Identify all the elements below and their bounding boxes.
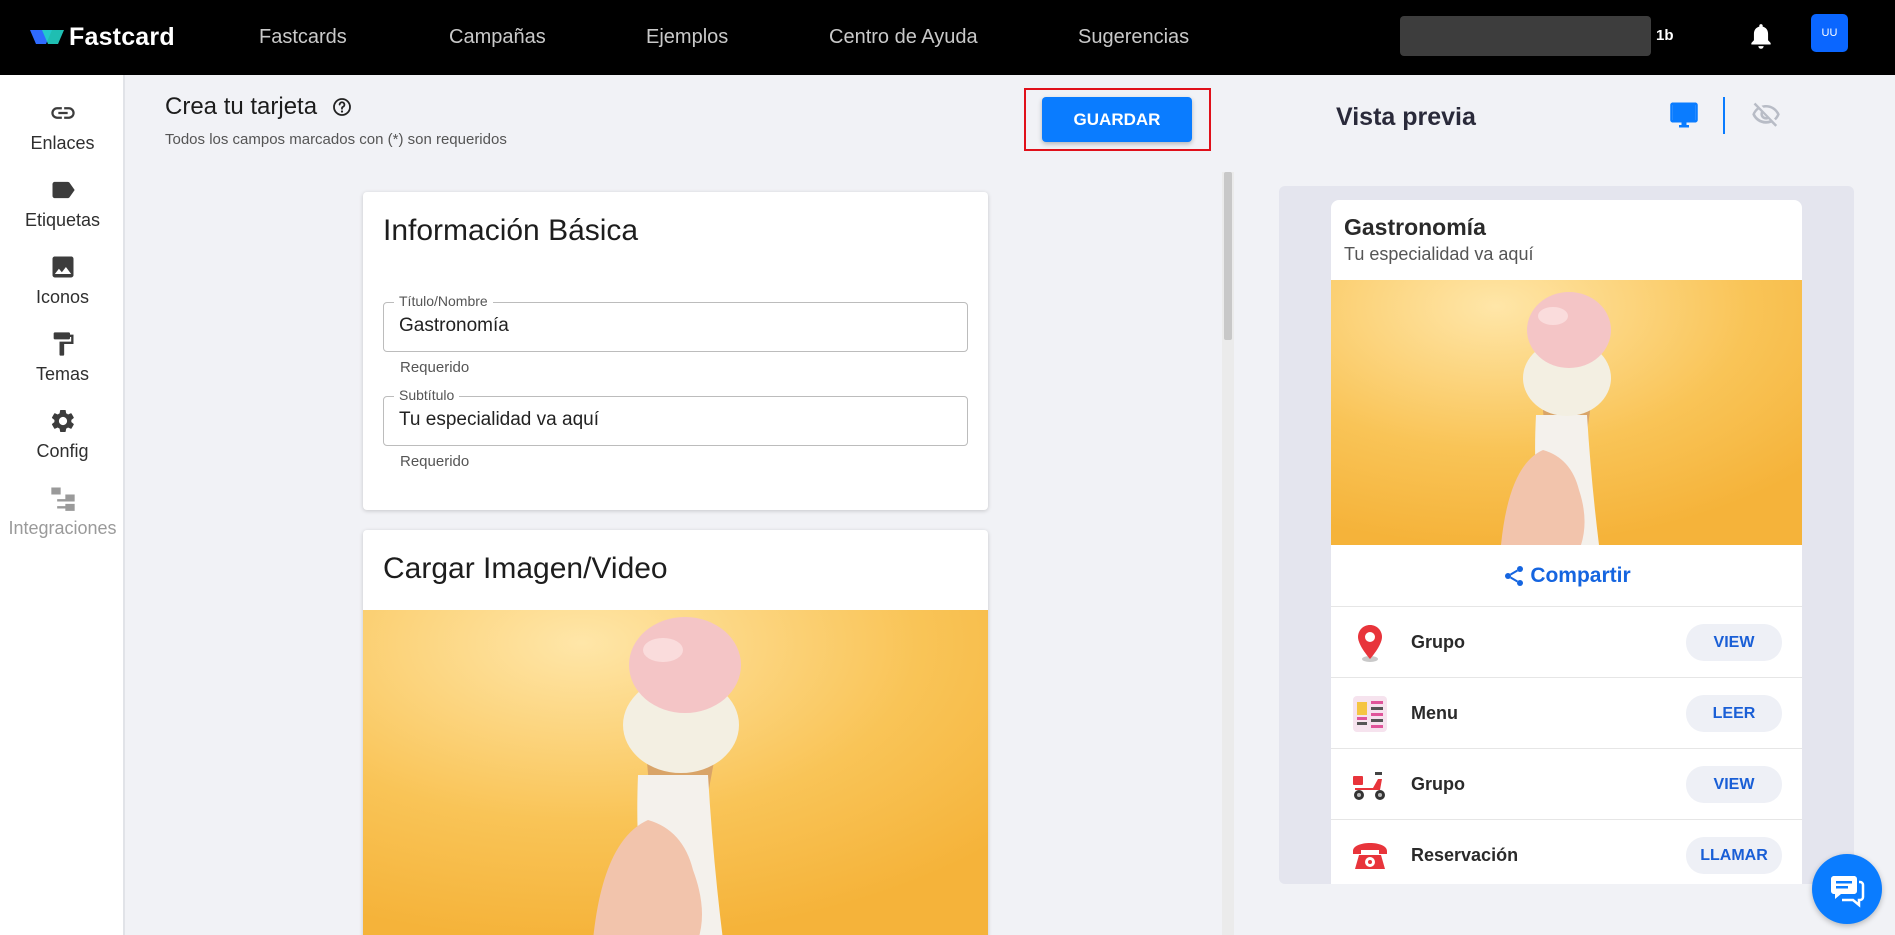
preview-card-subtitle: Tu especialidad va aquí [1344,244,1534,264]
preview-card-image [1331,280,1802,545]
chat-icon [1831,876,1865,908]
ice-cream-photo [1331,280,1802,545]
nav-ejemplos[interactable]: Ejemplos [646,26,728,49]
preview-link-row: Menu LEER [1331,678,1802,749]
nav-campanas[interactable]: Campañas [449,26,546,49]
chat-support-button[interactable] [1812,854,1882,924]
link-label: Reservación [1411,845,1519,865]
preview-toolbar-divider [1723,97,1725,134]
ice-cream-photo [363,610,988,935]
integrations-icon [50,487,75,511]
subtitle-field[interactable]: Subtítulo [383,387,968,446]
sidebar-item-label: Enlaces [30,133,95,153]
sidebar-item-etiquetas[interactable]: Etiquetas [0,176,125,242]
link-label: Menu [1411,703,1458,723]
sidebar-item-label: Etiquetas [24,210,101,230]
user-avatar[interactable]: UU [1811,14,1848,52]
save-button[interactable]: GUARDAR [1042,97,1192,142]
basic-info-card: Información Básica Título/Nombre Requeri… [363,192,988,510]
preview-card: Gastronomía Tu especialidad va aquí Comp… [1331,200,1802,884]
preview-link-row: Grupo VIEW [1331,607,1802,678]
paint-roller-icon [53,332,73,356]
page-title: Crea tu tarjeta [165,93,318,120]
sidebar-item-label: Temas [35,364,89,384]
subtitle-helper-text: Requerido [400,453,470,470]
gear-icon [51,410,74,432]
top-navigation-bar: Fastcard Fastcards Campañas Ejemplos Cen… [0,0,1895,75]
subtitle-input[interactable] [399,409,949,431]
link-action-button[interactable]: LEER [1686,695,1782,732]
nav-sugerencias[interactable]: Sugerencias [1078,26,1189,49]
nav-fastcards[interactable]: Fastcards [259,26,347,49]
help-circle-icon[interactable] [332,97,352,117]
preview-link-row: Reservación LLAMAR [1331,820,1802,884]
sidebar: Enlaces Etiquetas Iconos Temas Config In… [0,75,125,935]
uploaded-image[interactable] [363,610,988,935]
link-action-button[interactable]: LLAMAR [1686,837,1782,874]
eye-off-icon[interactable] [1751,100,1781,130]
title-helper-text: Requerido [400,359,470,376]
upload-card: Cargar Imagen/Video [363,530,988,935]
sidebar-item-config[interactable]: Config [0,407,125,473]
sidebar-item-enlaces[interactable]: Enlaces [0,99,125,165]
link-icon [50,107,75,119]
map-pin-icon [1358,625,1382,662]
account-counter: 1b [1656,27,1674,44]
link-action-button[interactable]: VIEW [1686,766,1782,803]
sidebar-item-iconos[interactable]: Iconos [0,253,125,319]
image-icon [52,256,73,278]
tag-icon [52,181,75,199]
bell-icon[interactable] [1748,22,1774,52]
sidebar-item-label: Iconos [35,287,90,307]
title-input[interactable] [399,315,949,337]
subtitle-field-label: Subtítulo [394,387,460,403]
nav-centro-de-ayuda[interactable]: Centro de Ayuda [829,26,978,49]
top-search-box[interactable] [1400,16,1651,56]
sidebar-item-integraciones[interactable]: Integraciones [0,484,125,550]
preview-link-row: Grupo VIEW [1331,749,1802,820]
share-icon [1505,565,1524,586]
title-field[interactable]: Título/Nombre [383,293,968,352]
sidebar-item-label: Config [36,441,89,461]
brand-name: Fastcard [69,22,175,51]
menu-icon [1353,696,1387,732]
upload-heading: Cargar Imagen/Video [383,552,668,585]
required-fields-note: Todos los campos marcados con (*) son re… [165,131,507,148]
basic-info-heading: Información Básica [383,214,639,247]
share-label: Compartir [1530,563,1631,587]
fastcard-logo-icon [30,30,64,44]
desktop-monitor-icon[interactable] [1669,100,1699,130]
scooter-icon [1353,772,1385,800]
link-action-button[interactable]: VIEW [1686,624,1782,661]
telephone-icon [1353,843,1387,869]
title-field-label: Título/Nombre [394,293,493,309]
link-label: Grupo [1411,632,1465,652]
share-button[interactable]: Compartir [1331,545,1802,607]
form-scrollbar-thumb[interactable] [1224,172,1232,340]
preview-card-title: Gastronomía [1344,214,1486,240]
link-label: Grupo [1411,774,1465,794]
brand-logo[interactable]: Fastcard [30,22,175,52]
sidebar-item-label: Integraciones [8,518,117,538]
preview-heading: Vista previa [1336,103,1476,131]
sidebar-item-temas[interactable]: Temas [0,330,125,396]
